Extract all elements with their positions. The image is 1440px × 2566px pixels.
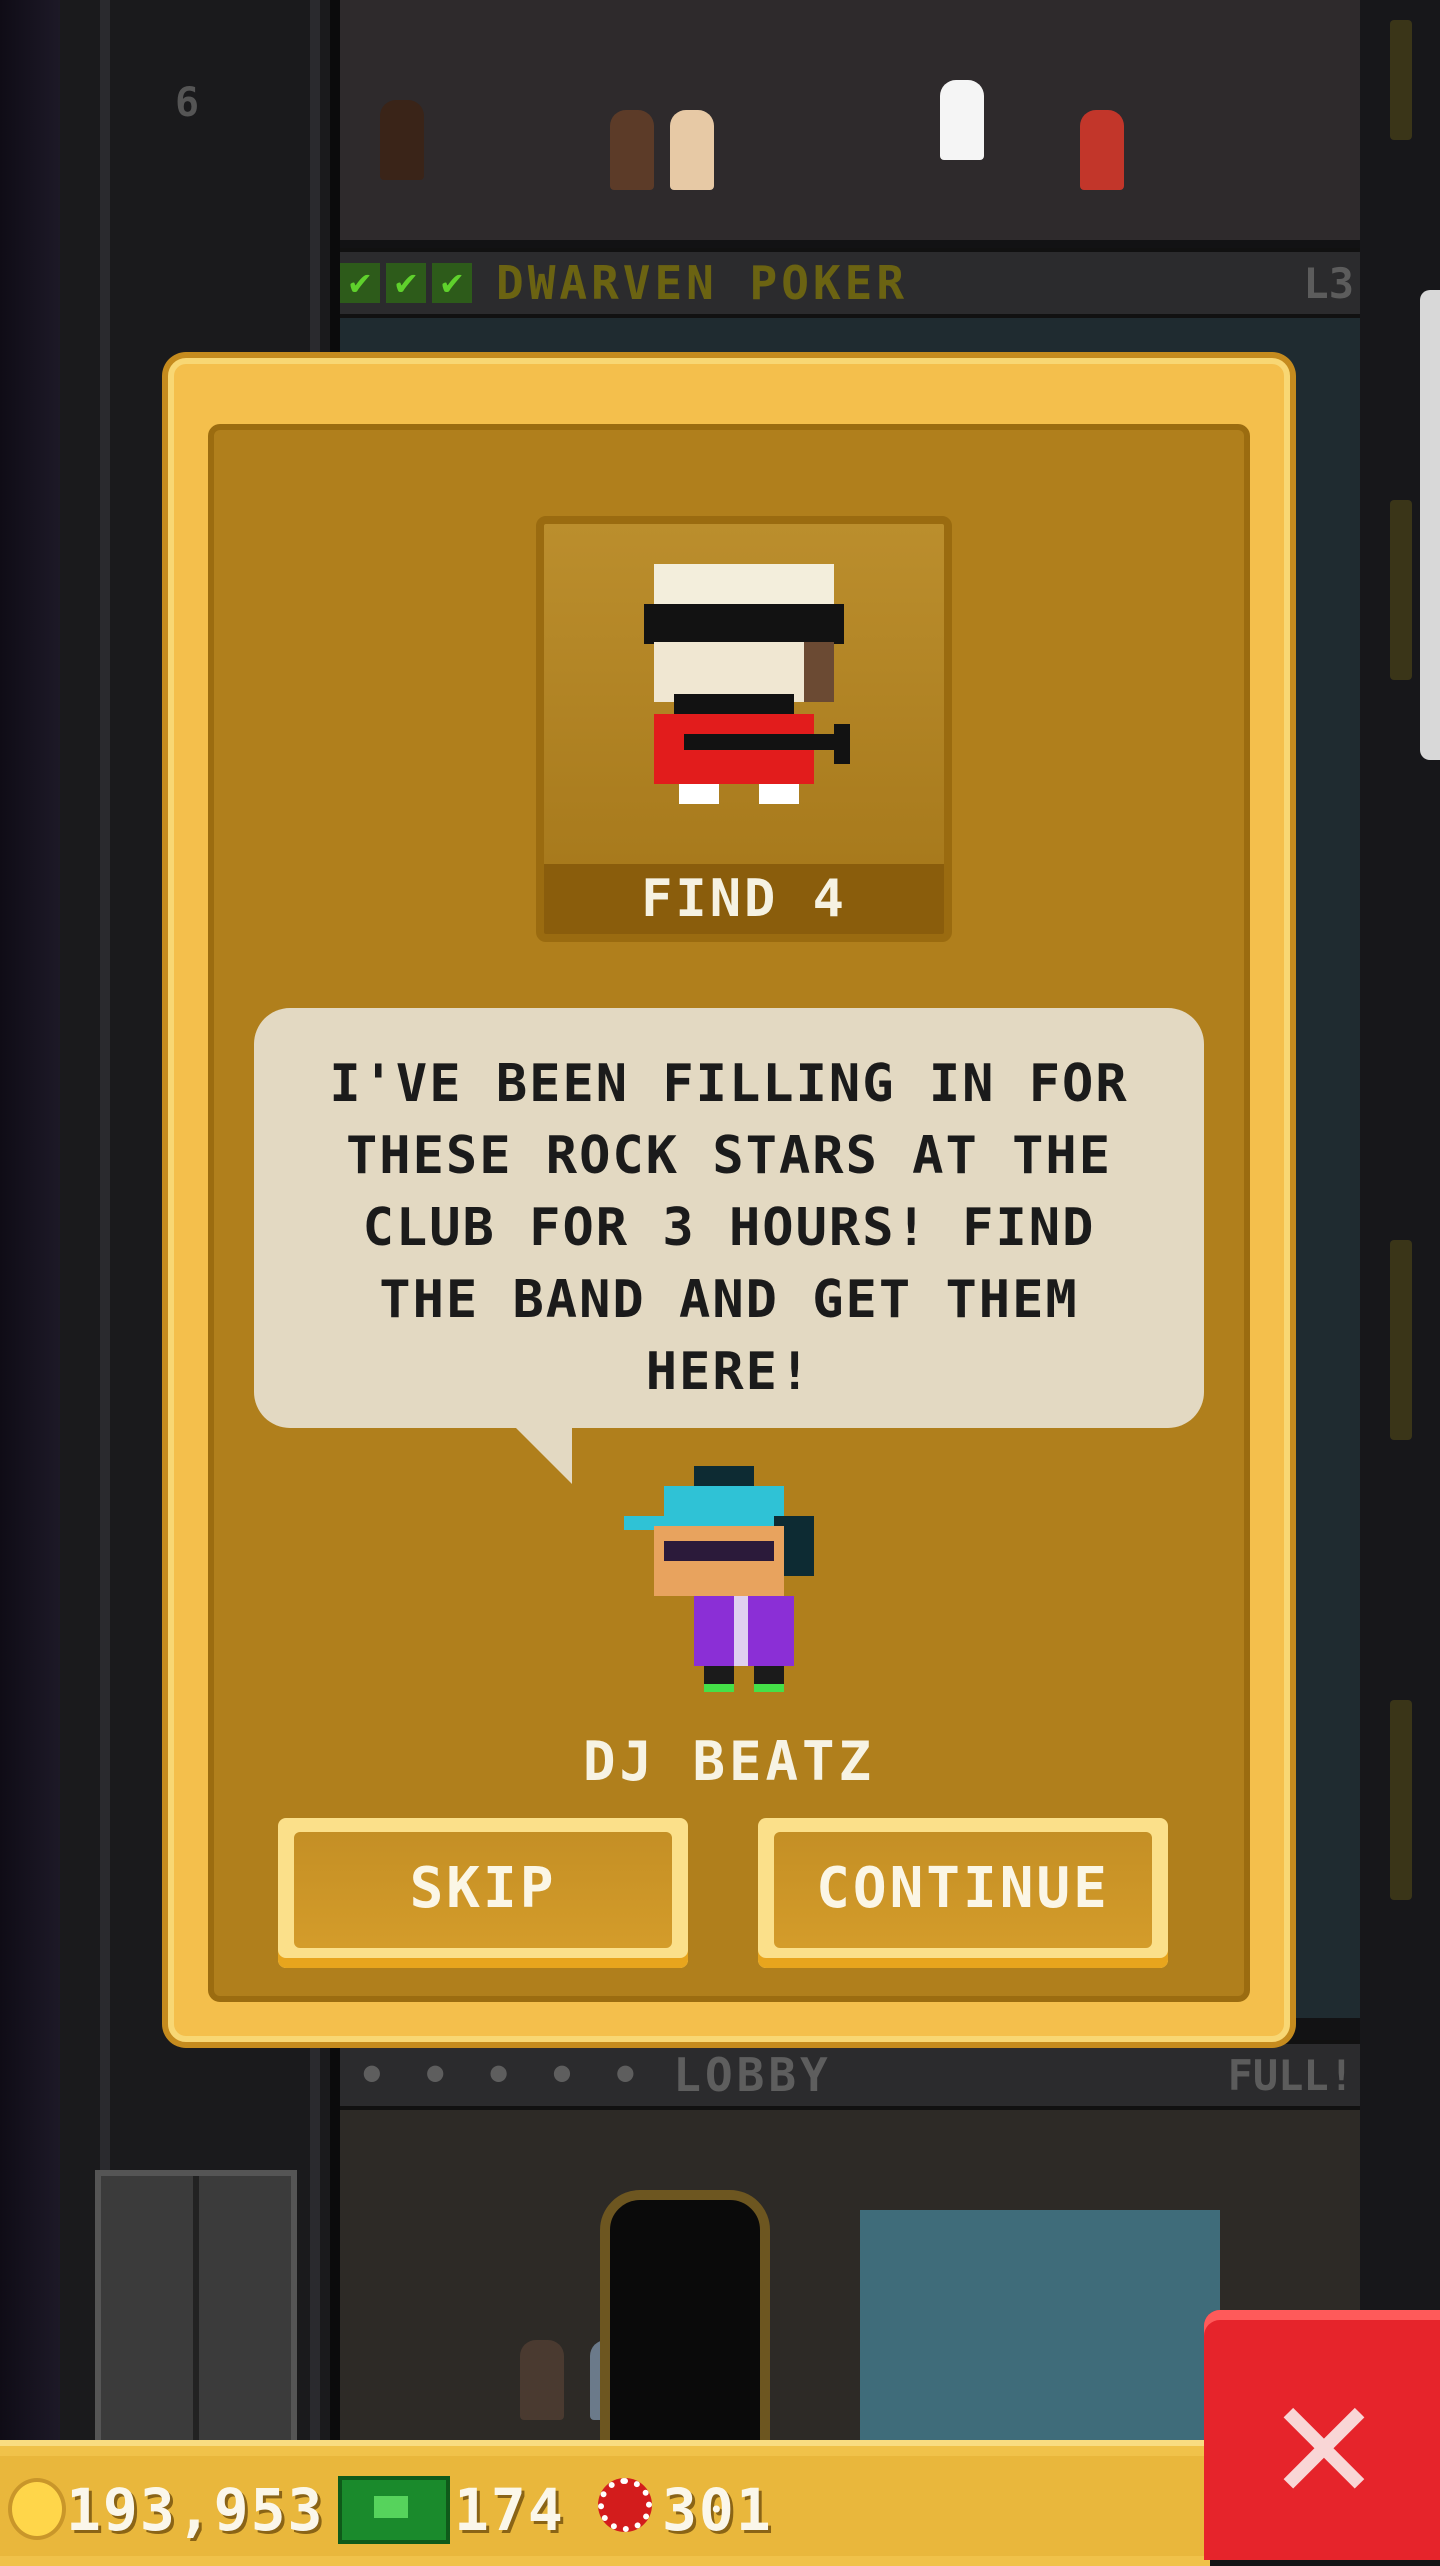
dialog-message: I'VE BEEN FILLING IN FOR THESE ROCK STAR… <box>329 1054 1129 1402</box>
speech-bubble: I'VE BEEN FILLING IN FOR THESE ROCK STAR… <box>254 1008 1204 1484</box>
coin-count: 193,953 <box>66 2476 325 2544</box>
close-button[interactable]: ✕ <box>1204 2310 1440 2560</box>
quest-count-label: FIND 4 <box>544 864 944 934</box>
check-icon: ✔ <box>432 263 472 303</box>
check-icon: ✔ <box>340 263 380 303</box>
cash-icon[interactable] <box>338 2476 450 2544</box>
coin-icon <box>8 2478 66 2540</box>
check-icon: ✔ <box>386 263 426 303</box>
skip-button[interactable]: SKIP <box>278 1818 688 1968</box>
side-drawer-tab[interactable] <box>1420 290 1440 760</box>
side-slot <box>1390 20 1412 140</box>
resident <box>940 80 984 160</box>
bux-count: 174 <box>454 2476 565 2544</box>
side-slot <box>1390 1700 1412 1900</box>
elevator-car[interactable] <box>95 2170 297 2452</box>
rockstar-portrait-icon <box>644 564 850 804</box>
shaft-rail <box>100 0 110 2440</box>
npc-name: DJ BEATZ <box>582 1730 876 1793</box>
speech-bubble-tail <box>512 1424 572 1484</box>
lobby-door <box>600 2190 770 2460</box>
side-slot <box>1390 500 1412 680</box>
sky-background <box>0 0 60 2440</box>
floor-name: DWARVEN POKER <box>496 256 909 310</box>
floor-label-bar[interactable]: ✔ ✔ ✔ DWARVEN POKER L3 <box>340 248 1360 318</box>
lobby-dots: • • • • • <box>358 2048 644 2102</box>
continue-button-label: CONTINUE <box>774 1832 1152 1948</box>
resident <box>610 110 654 190</box>
poker-chip-icon <box>598 2478 652 2532</box>
resident <box>670 110 714 190</box>
resident <box>380 100 424 180</box>
floor-status: FULL! <box>1227 2050 1354 2100</box>
floor-name: LOBBY <box>673 2048 832 2102</box>
chip-count: 301 <box>662 2476 773 2544</box>
floor-number: 6 <box>175 80 200 126</box>
floor-restaurant[interactable] <box>340 0 1360 240</box>
resident <box>520 2340 564 2420</box>
continue-button[interactable]: CONTINUE <box>758 1818 1168 1968</box>
floor-level: L3 <box>1303 258 1354 308</box>
skip-button-label: SKIP <box>294 1832 672 1948</box>
lobby-label-bar[interactable]: • • • • • LOBBY FULL! <box>340 2040 1360 2110</box>
lobby-window <box>860 2210 1220 2440</box>
side-slot <box>1390 1240 1412 1440</box>
dialog-panel: FIND 4 I'VE BEEN FILLING IN FOR THESE RO… <box>208 424 1250 2002</box>
dj-beatz-avatar-icon <box>624 1466 814 1692</box>
quest-target-card: FIND 4 <box>536 516 952 942</box>
resident <box>1080 110 1124 190</box>
quest-dialog: FIND 4 I'VE BEEN FILLING IN FOR THESE RO… <box>168 358 1290 2042</box>
close-icon: ✕ <box>1272 2341 1376 2539</box>
